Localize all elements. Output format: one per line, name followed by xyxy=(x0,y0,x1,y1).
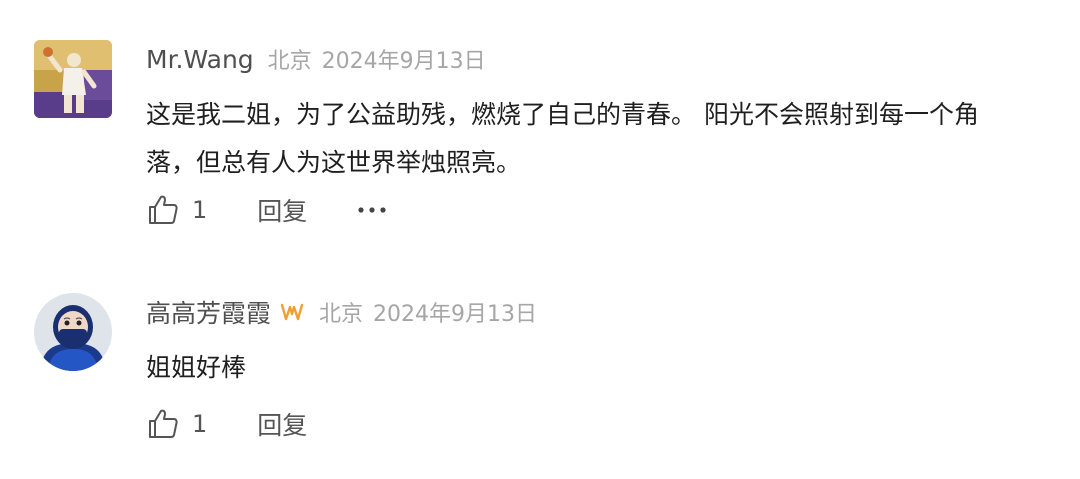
like-count: 1 xyxy=(192,410,208,438)
vip-badge-icon xyxy=(279,301,305,323)
comment-meta: 高高芳霞霞 北京 2024年9月13日 xyxy=(146,295,537,329)
reply-button[interactable]: 回复 xyxy=(257,192,307,228)
comment-date: 2024年9月13日 xyxy=(321,49,486,74)
username[interactable]: 高高芳霞霞 xyxy=(146,294,271,330)
reply-button[interactable]: 回复 xyxy=(257,406,307,442)
basketball-player-avatar-icon xyxy=(34,40,112,118)
masked-person-avatar-icon xyxy=(34,293,112,371)
comment-actions: 1 回复 xyxy=(146,404,307,444)
more-options-icon[interactable] xyxy=(355,200,389,220)
comment-date: 2024年9月13日 xyxy=(373,302,538,327)
comment-actions: 1 回复 xyxy=(146,190,389,230)
like-button[interactable]: 1 xyxy=(146,193,207,227)
like-button[interactable]: 1 xyxy=(146,407,207,441)
avatar[interactable] xyxy=(34,293,112,371)
location: 北京 xyxy=(267,49,312,74)
comment-text: 这是我二姐，为了公益助残，燃烧了自己的青春。 阳光不会照射到每一个角落，但总有人… xyxy=(146,100,979,177)
username[interactable]: Mr.Wang xyxy=(146,45,254,74)
avatar[interactable] xyxy=(34,40,112,118)
thumbs-up-icon xyxy=(146,193,180,227)
location: 北京 xyxy=(319,302,364,327)
thumbs-up-icon xyxy=(146,407,180,441)
like-count: 1 xyxy=(192,196,208,224)
comment-meta: Mr.Wang 北京 2024年9月13日 xyxy=(146,42,486,76)
comment-text: 姐姐好棒 xyxy=(146,353,247,382)
